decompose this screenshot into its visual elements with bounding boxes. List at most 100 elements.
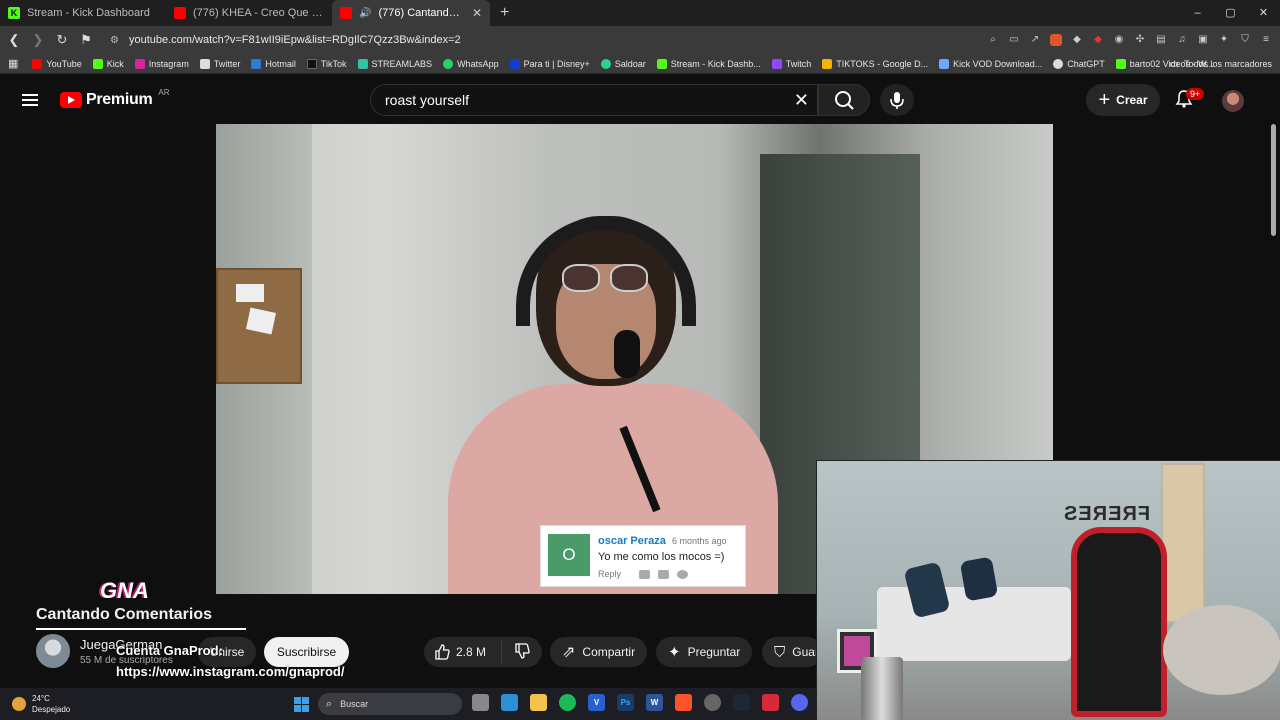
cast-icon[interactable]: ▭	[1008, 34, 1020, 46]
close-window-button[interactable]: ✕	[1247, 0, 1280, 26]
dislike-button[interactable]	[502, 642, 542, 662]
bookmark-item[interactable]: TIKTOKS - Google D...	[822, 58, 928, 69]
bookmark-item[interactable]: Saldoar	[600, 58, 646, 69]
voice-search-button[interactable]	[880, 84, 914, 116]
sidebar-icon[interactable]: ▤	[1155, 34, 1167, 46]
weather-condition: Despejado	[32, 705, 71, 714]
steam-icon[interactable]	[733, 694, 750, 711]
settings-icon[interactable]	[704, 694, 721, 711]
bookmark-item[interactable]: Kick VOD Download...	[939, 58, 1042, 69]
notes-icon[interactable]	[501, 694, 518, 711]
heart-icon	[677, 570, 688, 579]
new-tab-button[interactable]: +	[490, 4, 519, 22]
reload-icon[interactable]: ↻	[52, 32, 72, 48]
instagram-icon	[134, 58, 145, 69]
twitter-icon	[199, 58, 210, 69]
brave-icon[interactable]	[675, 694, 692, 711]
search-input[interactable]: roast yourself ✕	[370, 84, 818, 116]
bookmark-page-icon[interactable]: ⚑	[76, 32, 96, 48]
account-avatar[interactable]	[1222, 90, 1244, 112]
maximize-button[interactable]: ▢	[1214, 0, 1247, 26]
youtube-premium-logo[interactable]: Premium AR	[60, 87, 170, 109]
forward-icon[interactable]: ❯	[28, 32, 48, 48]
ask-button[interactable]: ✦ Preguntar	[656, 637, 753, 667]
thumbs-up-icon	[435, 644, 450, 660]
google-drive-icon	[822, 58, 833, 69]
extension-icon[interactable]: ◉	[1113, 34, 1125, 46]
youtube-icon	[340, 7, 352, 19]
bookmark-item[interactable]: Para ti | Disney+	[509, 58, 590, 69]
kick-icon	[1115, 58, 1126, 69]
ai-icon[interactable]: ✦	[1218, 34, 1230, 46]
file-explorer-icon[interactable]	[530, 694, 547, 711]
all-bookmarks[interactable]: ▭ Todos los marcadores	[1170, 54, 1273, 74]
save-button[interactable]: ⛉ Guar	[762, 637, 822, 667]
bookmark-item[interactable]: TikTok	[306, 58, 347, 69]
taskbar-search[interactable]: ⌕ Buscar	[318, 693, 462, 715]
like-count: 2.8 M	[456, 645, 487, 659]
bookmark-item[interactable]: ChatGPT	[1053, 58, 1105, 69]
back-icon[interactable]: ❮	[4, 32, 24, 48]
puzzle-icon[interactable]: ✣	[1134, 34, 1146, 46]
menu-icon[interactable]: ≡	[1260, 34, 1272, 46]
bookmark-item[interactable]: Twitter	[199, 58, 240, 69]
subscribe-button[interactable]: Suscribirse	[264, 637, 349, 667]
clear-search-icon[interactable]: ✕	[794, 90, 809, 111]
bookmark-item[interactable]: Hotmail	[251, 58, 296, 69]
disney-icon	[509, 58, 520, 69]
video-scene-photo	[236, 284, 264, 302]
wallet-icon[interactable]: ▣	[1197, 34, 1209, 46]
browser-tab-strip: K Stream - Kick Dashboard (776) KHEA - C…	[0, 0, 1280, 26]
site-info-icon[interactable]: ⚙	[110, 35, 119, 46]
word-icon[interactable]: W	[646, 694, 663, 711]
comment-timestamp: 6 months ago	[672, 536, 727, 546]
photoshop-icon[interactable]: Ps	[617, 694, 634, 711]
browser-tab-kick[interactable]: K Stream - Kick Dashboard	[0, 0, 166, 26]
apps-grid-icon[interactable]: ▦	[8, 57, 18, 70]
minimize-button[interactable]: –	[1181, 0, 1214, 26]
brave-shield-icon[interactable]	[1050, 34, 1062, 46]
zoom-icon[interactable]: ⌕	[987, 34, 999, 46]
bookmark-item[interactable]: WhatsApp	[443, 58, 499, 69]
voicemod-icon[interactable]	[762, 694, 779, 711]
video-scene-microphone	[614, 330, 640, 378]
vpn-icon[interactable]: ⛉	[1239, 34, 1251, 46]
country-code: AR	[158, 87, 170, 97]
share-button[interactable]: ⇗ Compartir	[550, 637, 648, 667]
webcam-scene-beanbag	[1163, 605, 1280, 695]
extension-icon[interactable]: ◆	[1071, 34, 1083, 46]
bookmark-item[interactable]: STREAMLABS	[357, 58, 432, 69]
share-icon[interactable]: ↗	[1029, 34, 1041, 46]
bookmark-item[interactable]: Instagram	[134, 58, 189, 69]
tab-title: (776) KHEA - Creo Que ft. Asan (Offic	[193, 7, 324, 19]
discord-icon[interactable]	[791, 694, 808, 711]
bookmark-item[interactable]: Twitch	[771, 58, 811, 69]
speaker-icon: 🔊	[359, 7, 372, 19]
spotify-icon[interactable]	[559, 694, 576, 711]
channel-avatar[interactable]	[36, 634, 70, 668]
close-tab-icon[interactable]: ✕	[472, 6, 482, 20]
task-view-icon[interactable]	[472, 694, 489, 711]
url-field[interactable]: ⚙ youtube.com/watch?v=F81wII9iEpw&list=R…	[110, 34, 461, 46]
browser-tab-khea[interactable]: (776) KHEA - Creo Que ft. Asan (Offic	[166, 0, 332, 26]
music-icon[interactable]: ♫	[1176, 34, 1188, 46]
extension-red-icon[interactable]: ◆	[1092, 34, 1104, 46]
bookmark-item[interactable]: YouTube	[32, 58, 82, 69]
comment-reply: Reply	[598, 569, 622, 579]
webcam-scene-door	[1161, 463, 1205, 623]
weather-widget[interactable]: 24°C Despejado	[12, 693, 70, 715]
kick-icon	[656, 58, 667, 69]
search-button[interactable]	[818, 84, 870, 116]
search-query: roast yourself	[385, 92, 470, 108]
browser-tab-cantando[interactable]: 🔊 (776) Cantando Comentarios ✕	[332, 0, 490, 26]
folder-icon: ▭	[1169, 58, 1179, 70]
vegas-icon[interactable]: V	[588, 694, 605, 711]
windows-start-icon[interactable]	[294, 697, 309, 712]
create-button[interactable]: + Crear	[1086, 84, 1160, 116]
bookmark-item[interactable]: Stream - Kick Dashb...	[656, 58, 761, 69]
like-button[interactable]: 2.8 M	[424, 641, 502, 663]
bookmark-item[interactable]: Kick	[92, 58, 124, 69]
page-scrollbar[interactable]	[1271, 124, 1276, 236]
streamlabs-icon	[357, 58, 368, 69]
hamburger-menu-icon[interactable]	[22, 94, 38, 106]
